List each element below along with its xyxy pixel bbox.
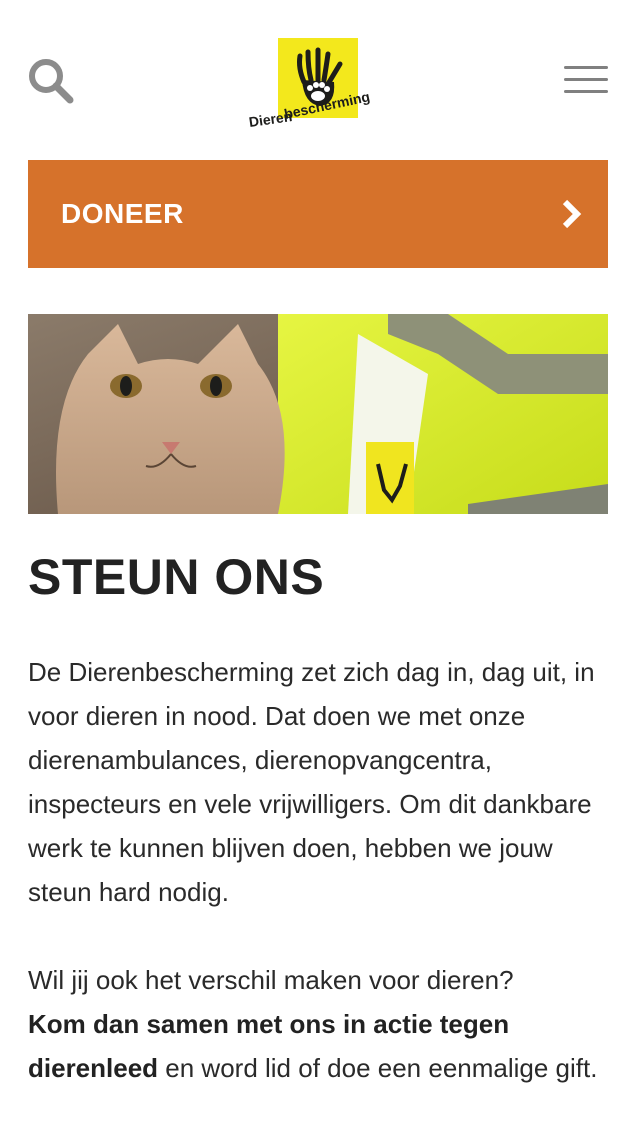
cta-tail: en word lid of doe een eenmalige gift. — [158, 1053, 598, 1083]
site-header: Dieren bescherming — [0, 0, 636, 160]
search-button[interactable] — [26, 56, 76, 106]
chevron-right-icon — [562, 199, 582, 229]
page-title: STEUN ONS — [28, 549, 325, 605]
menu-button[interactable] — [564, 64, 608, 96]
search-icon — [29, 59, 74, 104]
donate-label: DONEER — [61, 198, 184, 229]
dierenbescherming-logo[interactable]: Dieren bescherming — [248, 36, 394, 140]
cta-lead: Wil jij ook het verschil maken voor dier… — [28, 965, 514, 995]
kitten-and-vest-image — [28, 314, 608, 514]
hero-image — [28, 314, 608, 514]
cta-paragraph: Wil jij ook het verschil maken voor dier… — [28, 958, 618, 1090]
intro-paragraph: De Dierenbescherming zet zich dag in, da… — [28, 657, 595, 907]
donate-button[interactable]: DONEER — [28, 160, 608, 268]
